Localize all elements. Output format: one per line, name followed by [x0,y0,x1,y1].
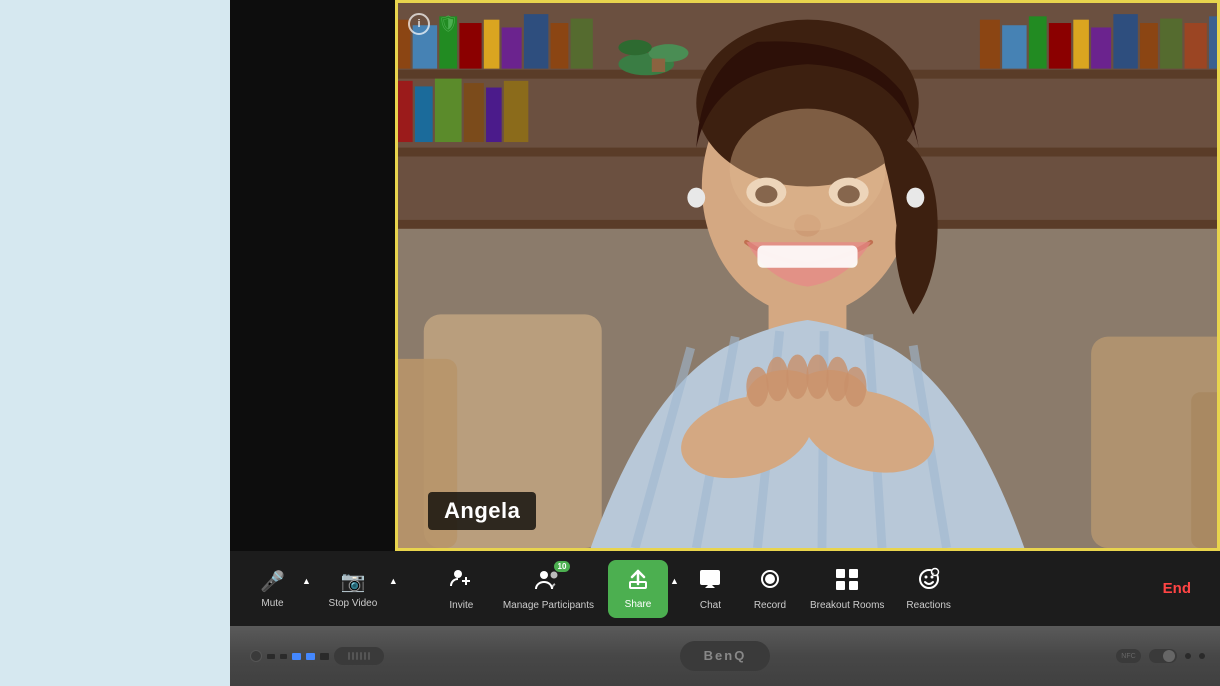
top-status-icons: i 🛡 [408,13,458,35]
breakout-rooms-label: Breakout Rooms [810,600,884,611]
record-button[interactable]: Record [740,561,800,617]
video-chevron[interactable]: ▲ [387,576,400,586]
mute-chevron[interactable]: ▲ [300,576,313,586]
participants-badge: 10 [554,561,571,572]
monitor-screen: i 🛡 Angela 🎤 Mute ▲ [230,0,1220,626]
indicator-dot1 [1185,653,1191,659]
mute-button[interactable]: 🎤 Mute [245,563,300,615]
port-usb-c [280,654,287,659]
end-button[interactable]: End [1149,572,1205,605]
reactions-label: Reactions [906,600,950,611]
toolbar: 🎤 Mute ▲ 📷 Stop Video ▲ [230,551,1220,626]
port-usb2 [306,653,315,660]
reactions-icon: + [917,567,941,596]
chat-button[interactable]: Chat [683,561,738,617]
mic-icon: 🎤 [260,569,285,594]
chat-icon [698,567,722,596]
bezel-right-btn1[interactable]: NFC [1116,649,1141,663]
brand-logo: BenQ [680,641,771,671]
monitor-wrapper: i 🛡 Angela 🎤 Mute ▲ [230,0,1220,686]
stop-video-label: Stop Video [329,598,378,609]
stop-video-button[interactable]: 📷 Stop Video [319,563,387,615]
record-label: Record [754,600,786,611]
indicator-dot2 [1199,653,1205,659]
share-group: Share ▲ [608,560,681,618]
record-icon [758,567,782,596]
monitor-bezel: BenQ NFC [230,626,1220,686]
manage-participants-button[interactable]: 10 Manage Participants [491,561,606,617]
bezel-left-ports [250,647,384,665]
main-video-feed: i 🛡 Angela [395,0,1220,551]
share-icon [627,568,649,595]
brand-name: BenQ [704,648,747,663]
bezel-right-controls: NFC [1116,649,1205,663]
invite-icon [449,566,473,596]
mute-group: 🎤 Mute ▲ [245,563,313,615]
app-container: i 🛡 Angela 🎤 Mute ▲ [0,0,1220,686]
manage-participants-label: Manage Participants [503,600,594,611]
power-btn[interactable] [250,650,262,662]
share-chevron[interactable]: ▲ [668,576,681,586]
shield-icon: 🛡 [438,14,458,34]
invite-label: Invite [449,600,473,611]
chat-label: Chat [700,600,721,611]
port-usb3 [320,653,329,660]
left-panel [230,0,395,551]
port-usb1 [292,653,301,660]
mute-label: Mute [261,598,283,609]
reactions-button[interactable]: + Reactions [894,561,962,617]
breakout-icon [834,567,860,596]
share-button[interactable]: Share [608,560,668,618]
breakout-rooms-button[interactable]: Breakout Rooms [802,561,892,617]
speaker-left [334,647,384,665]
camera-icon: 📷 [340,569,365,594]
share-label: Share [625,599,652,610]
stop-video-group: 📷 Stop Video ▲ [319,563,400,615]
svg-text:+: + [931,571,934,577]
invite-button[interactable]: Invite [434,560,489,617]
port-hdmi [267,654,275,659]
participants-icon: 10 [534,567,562,596]
info-icon: i [408,13,430,35]
participant-name-label: Angela [428,492,536,530]
toggle-switch[interactable] [1149,649,1177,663]
video-background [398,3,1217,548]
